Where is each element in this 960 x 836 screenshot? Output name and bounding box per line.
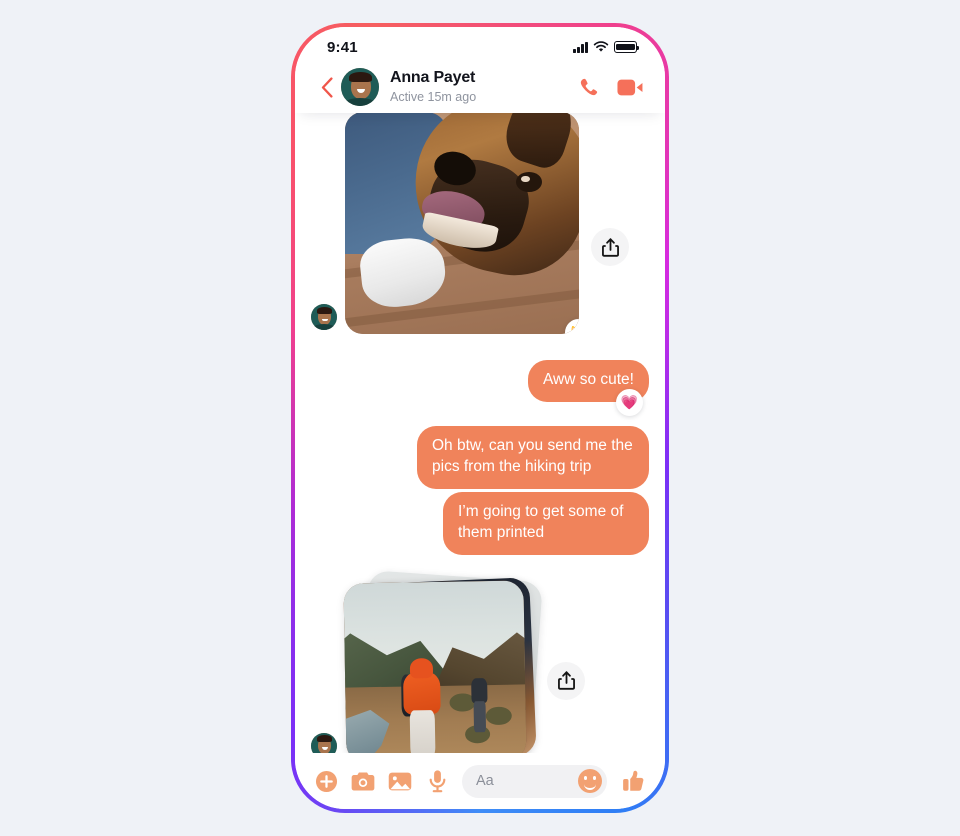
microphone-icon <box>429 770 445 793</box>
avatar-portrait <box>341 68 379 106</box>
hiking-photo-content <box>343 580 527 753</box>
status-bar-time: 9:41 <box>327 38 358 56</box>
message-row-aww: Aww so cute! 💗 <box>311 360 649 416</box>
thumbs-up-button[interactable] <box>620 768 646 794</box>
smiley-face-icon[interactable] <box>578 769 602 793</box>
message-row-dog-photo: 😻 <box>311 113 649 334</box>
wifi-icon <box>593 41 609 52</box>
cellular-signal-icon <box>573 41 588 53</box>
contact-status: Active 15m ago <box>390 89 477 104</box>
avatar-portrait <box>311 732 337 753</box>
header-actions <box>578 76 643 98</box>
contact-avatar[interactable] <box>341 68 379 106</box>
video-camera-icon <box>617 79 643 95</box>
plus-circle-icon <box>315 770 337 792</box>
growing-heart-reaction[interactable]: 💗 <box>616 388 643 416</box>
dog-photo[interactable]: 😻 <box>345 113 579 334</box>
chat-header: Anna Payet Active 15m ago <box>295 61 665 113</box>
chevron-left-icon <box>321 76 333 98</box>
voice-record-button[interactable] <box>425 769 449 793</box>
voice-call-button[interactable] <box>578 76 600 98</box>
contact-name: Anna Payet <box>390 69 476 87</box>
message-list[interactable]: 😻 Aww so cute! 💗 Oh btw, can you send me… <box>295 113 665 753</box>
anna-avatar <box>311 732 337 753</box>
camera-icon <box>351 771 375 791</box>
share-button-dog-photo[interactable] <box>591 228 629 266</box>
message-row-hiking-stack <box>311 569 649 753</box>
message-input-wrapper[interactable]: Aa <box>462 764 607 798</box>
gallery-button[interactable] <box>388 769 412 793</box>
share-icon <box>557 671 575 690</box>
add-attachment-button[interactable] <box>314 769 338 793</box>
status-bar: 9:41 <box>295 27 665 61</box>
avatar-portrait <box>311 304 337 330</box>
hiking-photo-stack[interactable] <box>343 569 543 753</box>
thumbs-up-icon <box>622 770 643 791</box>
message-composer: Aa <box>295 753 665 809</box>
back-button[interactable] <box>317 72 337 102</box>
message-row-btw: Oh btw, can you send me the pics from th… <box>311 425 649 489</box>
phone-screen: 9:41 Anna Payet Active 15m ago 😻 Aww so … <box>295 27 665 809</box>
message-row-printed: I’m going to get some of them printed <box>311 491 649 555</box>
camera-button[interactable] <box>351 769 375 793</box>
share-icon <box>601 237 619 257</box>
image-gallery-icon <box>388 772 412 790</box>
phone-frame: 9:41 Anna Payet Active 15m ago 😻 Aww so … <box>291 23 669 813</box>
battery-full-icon <box>614 41 640 53</box>
message-input[interactable]: Aa <box>476 773 578 789</box>
video-call-button[interactable] <box>617 78 643 97</box>
share-button-hiking-stack[interactable] <box>547 661 585 700</box>
dog-photo-content <box>345 113 579 334</box>
message-bubble-printed[interactable]: I’m going to get some of them printed <box>443 491 649 555</box>
phone-call-icon <box>580 78 598 96</box>
contact-info[interactable]: Anna Payet Active 15m ago <box>390 69 578 105</box>
message-bubble-btw[interactable]: Oh btw, can you send me the pics from th… <box>417 425 649 489</box>
anna-avatar <box>311 304 337 330</box>
hiking-photo-layer-front[interactable] <box>343 580 527 753</box>
status-bar-icons <box>573 41 640 53</box>
